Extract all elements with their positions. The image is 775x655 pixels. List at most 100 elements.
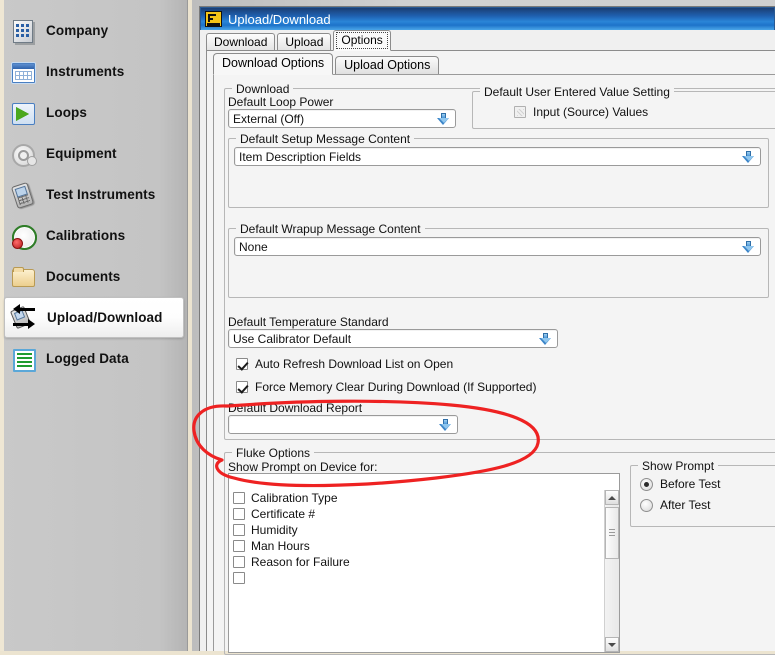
default-loop-power-combo[interactable]: External (Off) [228,109,456,128]
sidebar-item-documents[interactable]: Documents [4,256,184,297]
force-memory-clear-label: Force Memory Clear During Download (If S… [255,380,537,394]
triangle-down-icon [608,642,616,647]
sidebar-item-company[interactable]: Company [4,10,184,51]
setup-message-value: Item Description Fields [239,150,362,164]
temperature-standard-label: Default Temperature Standard [228,315,389,329]
sidebar-item-label: Equipment [46,146,117,161]
app-window: Company Instruments Loops Equipment Test… [0,0,775,655]
sidebar-item-upload-download[interactable]: Upload/Download [4,297,184,338]
wrapup-message-legend: Default Wrapup Message Content [236,222,425,236]
list-item-checkbox[interactable] [233,556,245,568]
list-item[interactable]: Calibration Type [229,490,603,506]
show-prompt-device-list[interactable]: Calibration Type Certificate # Humidity [228,473,620,653]
list-item-label: Man Hours [251,539,310,553]
list-scrollbar[interactable] [604,490,619,652]
sidebar-item-label: Instruments [46,64,125,79]
list-item-checkbox[interactable] [233,540,245,552]
scroll-thumb[interactable] [605,507,619,559]
sidebar-item-equipment[interactable]: Equipment [4,133,184,174]
default-loop-power-value: External (Off) [233,112,305,126]
sidebar-nav: Company Instruments Loops Equipment Test… [4,10,184,379]
input-source-values-checkbox[interactable] [514,106,526,118]
list-item-label: Calibration Type [251,491,338,505]
secondary-tabs: Download Options Upload Options [213,53,441,75]
sidebar-item-label: Company [46,23,109,38]
auto-refresh-label: Auto Refresh Download List on Open [255,357,454,371]
show-prompt-on-device-label: Show Prompt on Device for: [228,460,378,474]
list-item-checkbox[interactable] [233,524,245,536]
sidebar-item-label: Loops [46,105,87,120]
input-source-values-label: Input (Source) Values [533,105,649,119]
tab-upload[interactable]: Upload [277,33,332,51]
download-groupbox-legend: Download [232,82,294,96]
grip-icon [609,529,615,537]
primary-tabs: Download Upload Options [206,30,393,51]
scroll-up-button[interactable] [605,490,619,505]
tab-upload-options[interactable]: Upload Options [335,56,440,75]
sidebar-item-instruments[interactable]: Instruments [4,51,184,92]
sidebar-item-label: Upload/Download [47,310,163,325]
sidebar-item-label: Calibrations [46,228,126,243]
folder-icon [10,264,36,290]
show-prompt-legend: Show Prompt [638,459,719,473]
after-test-label: After Test [660,498,711,512]
before-test-row[interactable]: Before Test [640,477,720,491]
wrapup-message-combo[interactable]: None [234,237,761,256]
before-test-radio[interactable] [640,477,653,491]
list-item-label: Certificate # [251,507,316,521]
building-icon [10,18,36,44]
after-test-row[interactable]: After Test [640,498,710,512]
setup-message-combo[interactable]: Item Description Fields [234,147,761,166]
chevron-down-icon [539,333,552,346]
loops-icon [10,100,36,126]
scroll-down-button[interactable] [605,637,619,652]
list-item-partial[interactable] [229,570,603,586]
default-download-report-combo[interactable] [228,415,458,434]
window-titlebar: Upload/Download [200,7,775,30]
sidebar: Company Instruments Loops Equipment Test… [0,0,188,651]
list-item[interactable]: Certificate # [229,506,603,522]
input-source-values-row[interactable]: Input (Source) Values [514,105,648,119]
gauge-icon [10,223,37,250]
fluke-options-legend: Fluke Options [232,446,315,460]
default-download-report-label: Default Download Report [228,401,363,415]
list-item[interactable]: Man Hours [229,538,603,554]
tab-download-options[interactable]: Download Options [213,53,334,75]
force-memory-clear-row[interactable]: Force Memory Clear During Download (If S… [236,380,536,394]
tab-download[interactable]: Download [206,33,276,51]
list-item-checkbox[interactable] [233,508,245,520]
options-tab-panel: Download Options Upload Options Download… [206,50,775,655]
upload-download-window: Upload/Download Download Upload Options … [199,6,775,655]
equipment-icon [10,141,37,167]
chevron-down-icon [437,113,450,126]
chevron-down-icon [742,241,755,254]
auto-refresh-row[interactable]: Auto Refresh Download List on Open [236,357,453,371]
list-item[interactable]: Humidity [229,522,603,538]
list-item-checkbox[interactable] [233,492,245,504]
wrapup-message-value: None [239,240,268,254]
force-memory-clear-checkbox[interactable] [236,381,248,393]
fluke-f-icon [205,11,222,27]
list-item[interactable]: Reason for Failure [229,554,603,570]
auto-refresh-checkbox[interactable] [236,358,248,370]
before-test-label: Before Test [660,477,721,491]
list-item-checkbox[interactable] [233,572,245,584]
temperature-standard-value: Use Calibrator Default [233,332,352,346]
temperature-standard-combo[interactable]: Use Calibrator Default [228,329,558,348]
download-options-panel: Download Default Loop Power External (Of… [213,74,775,655]
after-test-radio[interactable] [640,498,653,512]
chevron-down-icon [439,419,452,432]
sidebar-item-label: Test Instruments [46,187,156,202]
test-instrument-icon [10,181,36,209]
sidebar-item-test-instruments[interactable]: Test Instruments [4,174,184,215]
sidebar-item-loops[interactable]: Loops [4,92,184,133]
list-items: Calibration Type Certificate # Humidity [229,490,603,652]
tab-options[interactable]: Options [333,30,391,51]
sidebar-item-calibrations[interactable]: Calibrations [4,215,184,256]
sidebar-item-label: Logged Data [46,351,129,366]
sidebar-item-label: Documents [46,269,121,284]
setup-message-legend: Default Setup Message Content [236,132,415,146]
calendar-icon [10,59,36,85]
window-title: Upload/Download [228,11,331,27]
sidebar-item-logged-data[interactable]: Logged Data [4,338,184,379]
